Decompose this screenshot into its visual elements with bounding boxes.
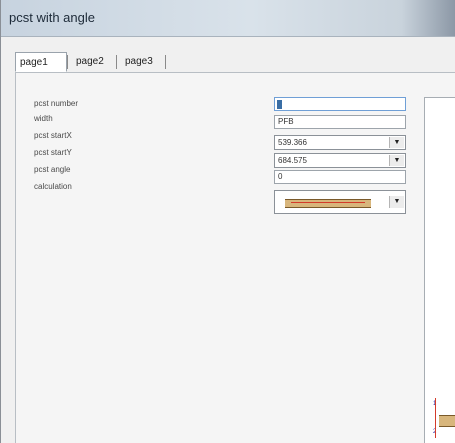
preview-axis-marker xyxy=(435,398,436,438)
tab-page2[interactable]: page2 xyxy=(72,52,116,72)
preview-canvas[interactable]: 1 2 xyxy=(424,97,455,443)
chevron-down-icon[interactable]: ▼ xyxy=(389,137,404,148)
beam-style-swatch xyxy=(285,199,371,208)
tab-page3[interactable]: page3 xyxy=(121,52,165,72)
pcst-start-x-value: 539.366 xyxy=(278,138,307,147)
pcst-angle-label: pcst angle xyxy=(34,165,71,174)
tab-separator xyxy=(116,55,117,69)
pcst-start-y-select[interactable]: 684.575 ▼ xyxy=(274,153,406,168)
tab-page1[interactable]: page1 xyxy=(15,52,67,72)
pcst-angle-input[interactable]: 0 xyxy=(274,170,406,184)
calculation-select[interactable]: ▼ xyxy=(274,190,406,214)
tab-page3-label: page3 xyxy=(125,56,153,67)
pcst-angle-value: 0 xyxy=(278,172,283,181)
window-title: pcst with angle xyxy=(9,10,95,25)
pcst-start-x-label: pcst startX xyxy=(34,131,72,140)
tab-separator xyxy=(67,55,68,69)
title-bar[interactable]: pcst with angle xyxy=(1,0,455,37)
dialog-window: pcst with angle page1 page2 page3 pcst n… xyxy=(0,0,455,443)
tab-page1-label: page1 xyxy=(20,57,48,68)
width-label: width xyxy=(34,114,53,123)
tab-separator xyxy=(165,55,166,69)
pcst-start-y-label: pcst startY xyxy=(34,148,72,157)
pcst-number-label: pcst number xyxy=(34,99,79,108)
pcst-start-y-value: 684.575 xyxy=(278,156,307,165)
text-cursor xyxy=(277,100,282,109)
width-value: PFB xyxy=(278,117,294,126)
pcst-number-input[interactable] xyxy=(274,97,406,111)
calculation-label: calculation xyxy=(34,182,72,191)
swatch-red-line xyxy=(291,202,365,203)
tab-strip: page1 page2 page3 xyxy=(15,52,166,73)
preview-beam xyxy=(439,415,455,427)
chevron-down-icon[interactable]: ▼ xyxy=(389,196,404,208)
tab-page2-label: page2 xyxy=(76,56,104,67)
pcst-start-x-select[interactable]: 539.366 ▼ xyxy=(274,135,406,150)
width-input[interactable]: PFB xyxy=(274,115,406,129)
chevron-down-icon[interactable]: ▼ xyxy=(389,155,404,166)
